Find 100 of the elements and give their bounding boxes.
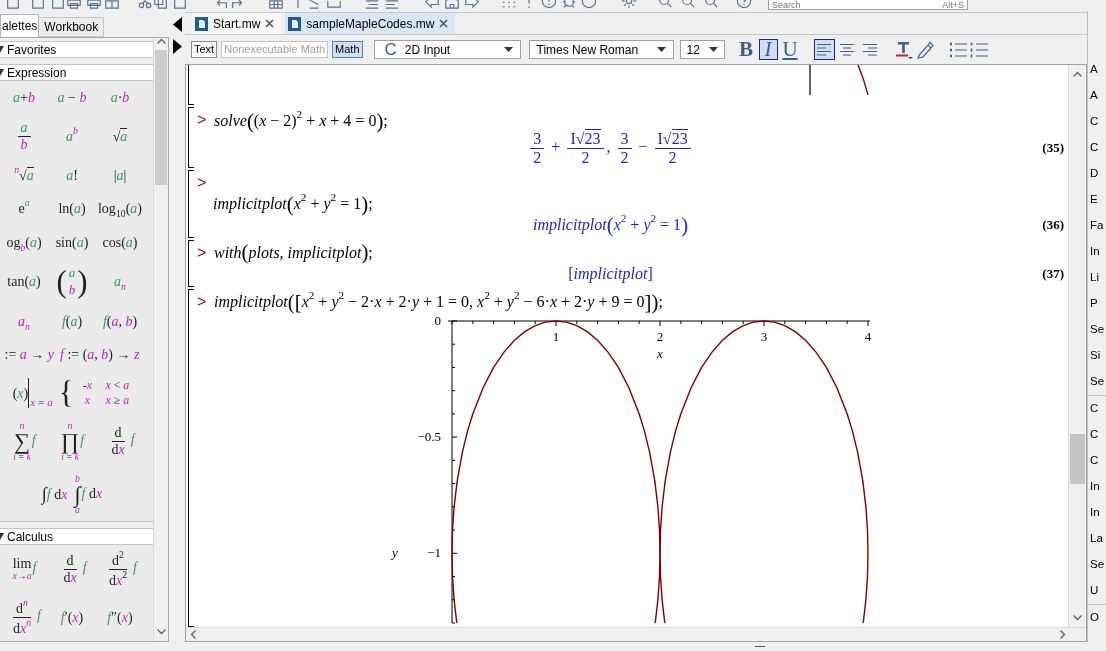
caret-down-icon[interactable] (503, 47, 513, 52)
section-header[interactable]: Favorites (0, 41, 153, 58)
magnifier-icon[interactable] (703, 0, 719, 9)
panel-item[interactable]: E (1088, 187, 1106, 213)
panel-item[interactable]: D (1088, 161, 1106, 187)
collapse-arrow-icon[interactable] (0, 533, 4, 540)
collapse-arrow-icon[interactable] (0, 69, 4, 76)
chevron-up-icon[interactable] (1073, 71, 1082, 77)
palette-item[interactable]: a+b (0, 86, 48, 110)
chevron-down-icon[interactable] (1073, 615, 1082, 621)
section-header[interactable]: Expression (0, 64, 153, 81)
triangle-right-icon[interactable] (173, 39, 182, 54)
palette-item[interactable]: log$_{10}$(a) (96, 197, 144, 221)
palette-item[interactable]: e$^{a}$ (0, 197, 48, 221)
panel-item[interactable]: In (1088, 500, 1106, 526)
bold-button[interactable]: B (736, 39, 756, 60)
scrollbar-thumb[interactable] (1070, 434, 1085, 484)
arrow-left-icon[interactable] (424, 0, 440, 9)
panel-item[interactable]: Se (1088, 552, 1106, 578)
palette-item[interactable]: ln(a) (48, 197, 96, 221)
palette-item[interactable]: d$^{n}$ dx$^{n}$ f (0, 596, 48, 638)
printer-icon[interactable] (86, 0, 102, 9)
palette-item[interactable]: n ∑ i = k f (0, 419, 48, 463)
palette-item[interactable]: sin(a) (48, 230, 96, 254)
panel-item[interactable]: Fa (1088, 213, 1106, 239)
palette-item[interactable]: n ∏ i = k f (48, 419, 96, 463)
panel-item[interactable]: A (1088, 57, 1106, 83)
chevron-up-icon[interactable] (156, 38, 166, 44)
palette-item[interactable]: a$_{n}$ (96, 264, 144, 300)
palette-item[interactable]: $^{n}$√a (0, 163, 48, 187)
copy-icon[interactable] (153, 0, 169, 9)
file-icon[interactable] (195, 16, 208, 31)
magnifier-icon[interactable] (657, 0, 673, 9)
close-icon[interactable] (439, 19, 449, 28)
palette-item[interactable]: a b (0, 119, 48, 154)
panel-item[interactable]: Li (1088, 265, 1106, 291)
document-tab[interactable]: Start.mw (192, 13, 282, 34)
palette-item[interactable]: cos(a) (96, 230, 144, 254)
panel-item[interactable]: C (1088, 422, 1106, 448)
palette-item[interactable]: := a → y (4, 343, 54, 367)
clipboard-icon[interactable] (172, 0, 188, 9)
palette-item[interactable]: a! (48, 163, 96, 187)
font-dropdown[interactable]: Times New Roman (528, 40, 674, 59)
bug-icon[interactable] (561, 0, 577, 9)
panel-item[interactable]: C (1088, 448, 1106, 474)
triangle-left-icon[interactable] (173, 17, 182, 32)
file-icon[interactable] (288, 16, 302, 31)
text-color-icon[interactable] (894, 40, 913, 59)
panel-item[interactable]: La (1088, 526, 1106, 552)
outdent-icon[interactable] (384, 0, 400, 9)
palette-item[interactable]: f″(x) (96, 596, 144, 638)
section-header[interactable]: Calculus (0, 528, 153, 545)
panel-item[interactable]: U (1088, 578, 1106, 604)
indent-icon[interactable] (364, 0, 380, 9)
panel-item[interactable]: A (1088, 83, 1106, 109)
panel-item[interactable]: Se (1088, 317, 1106, 343)
horizontal-scrollbar[interactable] (186, 627, 1086, 641)
panel-tab[interactable]: alettes (0, 14, 40, 37)
palette-item[interactable]: a − b (48, 86, 96, 110)
mode-button[interactable]: Text (191, 41, 218, 58)
palette-item[interactable]: f′(x) (48, 596, 96, 638)
home-icon[interactable] (444, 0, 460, 9)
document-tab[interactable]: sampleMapleCodes.mw (285, 13, 456, 34)
dots-grid-icon[interactable] (501, 0, 517, 9)
chevron-left-icon[interactable] (190, 630, 196, 639)
bulleted-list-icon[interactable] (948, 41, 967, 58)
palette-item[interactable]: f(a, b) (96, 309, 144, 333)
input-mode-dropdown[interactable]: C 2D Input (373, 40, 521, 59)
collapse-arrow-icon[interactable] (0, 46, 4, 53)
palette-item[interactable]: d$^{2}$ dx$^{2}$ f (96, 548, 144, 590)
palette-item[interactable]: tan(a) (0, 264, 48, 300)
palette-item[interactable]: { -x x < a x x ≥ a (58, 376, 132, 410)
panel-item[interactable]: Se (1088, 369, 1106, 395)
palette-item[interactable]: f(a) (48, 309, 96, 333)
split-view-icon[interactable] (104, 0, 120, 9)
scrollbar-thumb[interactable] (155, 50, 167, 185)
palette-item[interactable]: |a| (96, 163, 144, 187)
printer-icon[interactable] (66, 0, 82, 9)
font-size-dropdown[interactable]: 12 (679, 40, 725, 59)
caret-down-icon[interactable] (656, 47, 666, 52)
panel-item[interactable]: P (1088, 291, 1106, 317)
scissors-icon[interactable] (137, 0, 153, 9)
panel-item[interactable]: C (1088, 109, 1106, 135)
palette-item[interactable]: √a (96, 119, 144, 154)
bracket-icon[interactable] (326, 0, 342, 9)
palette-item[interactable]: a$_{n}$ (0, 309, 48, 333)
table-icon[interactable] (268, 0, 284, 9)
palette-item[interactable]: a·b (96, 86, 144, 110)
vertical-scrollbar[interactable] (153, 38, 168, 641)
underline-button[interactable]: U (780, 39, 800, 60)
document-icon[interactable] (5, 0, 21, 9)
chevron-right-icon[interactable] (1060, 630, 1066, 639)
panel-item[interactable]: In (1088, 239, 1106, 265)
highlighter-icon[interactable] (916, 40, 935, 59)
palette-item[interactable]: f := (a, b) → z (60, 343, 140, 367)
arrow-right-icon[interactable] (464, 0, 480, 9)
panel-item[interactable]: O (1088, 605, 1106, 631)
vertical-scrollbar[interactable] (1068, 65, 1086, 627)
mode-button[interactable]: Math (332, 41, 363, 58)
gear-icon[interactable] (621, 0, 637, 9)
